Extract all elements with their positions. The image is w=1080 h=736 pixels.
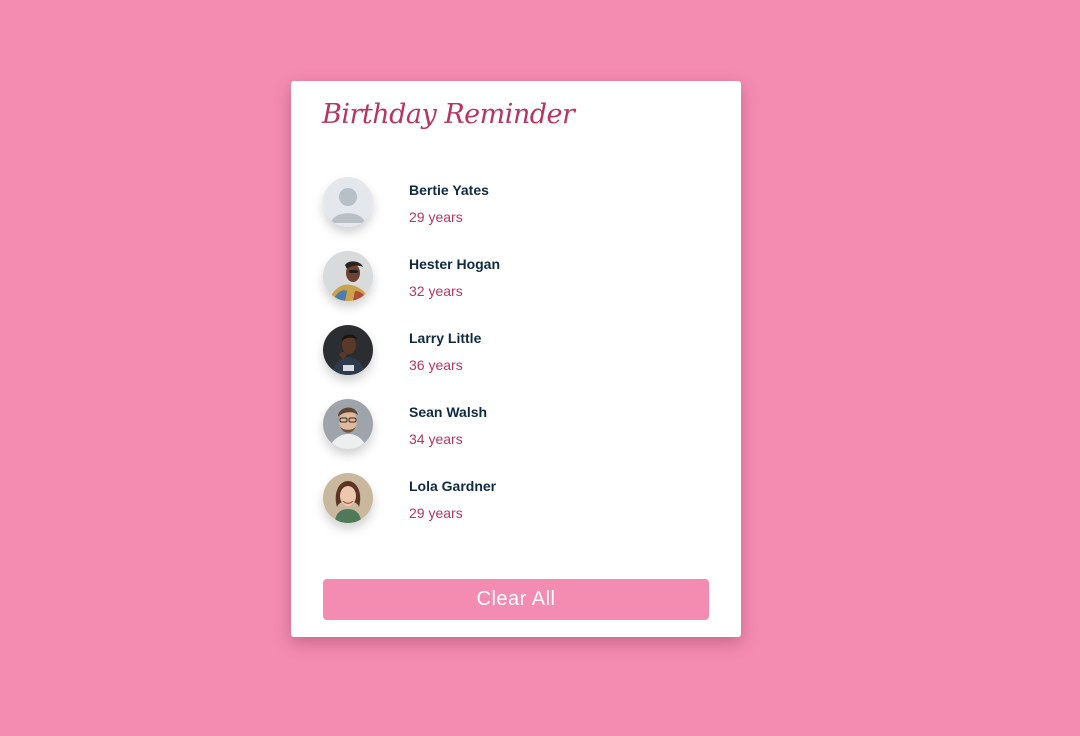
- list-item: Larry Little 36 years: [323, 325, 713, 399]
- person-name: Sean Walsh: [409, 404, 488, 420]
- clear-all-button[interactable]: Clear All: [323, 579, 709, 620]
- person-photo: [323, 251, 373, 301]
- person-age: 29 years: [409, 505, 463, 521]
- default-user-icon: [323, 177, 373, 227]
- page-title: Birthday Reminder: [322, 99, 575, 130]
- person-age: 34 years: [409, 431, 463, 447]
- person-name: Bertie Yates: [409, 182, 489, 198]
- person-age: 29 years: [409, 209, 463, 225]
- avatar: [323, 473, 373, 523]
- list-item: Lola Gardner 29 years: [323, 473, 713, 547]
- person-name: Lola Gardner: [409, 478, 497, 494]
- list-item: Hester Hogan 32 years: [323, 251, 713, 325]
- person-name: Hester Hogan: [409, 256, 501, 272]
- avatar: [323, 325, 373, 375]
- person-photo: [323, 399, 373, 449]
- person-photo: [323, 325, 373, 375]
- person-name: Larry Little: [409, 330, 482, 346]
- list-item: Sean Walsh 34 years: [323, 399, 713, 473]
- birthday-reminder-card: Birthday Reminder Bertie Yates 29 years: [291, 81, 741, 637]
- person-age: 32 years: [409, 283, 463, 299]
- list-item: Bertie Yates 29 years: [323, 177, 713, 251]
- avatar: [323, 399, 373, 449]
- person-photo: [323, 473, 373, 523]
- avatar: [323, 177, 373, 227]
- avatar: [323, 251, 373, 301]
- birthday-list: Bertie Yates 29 years Hester Hogan 32 ye…: [323, 177, 713, 547]
- person-age: 36 years: [409, 357, 463, 373]
